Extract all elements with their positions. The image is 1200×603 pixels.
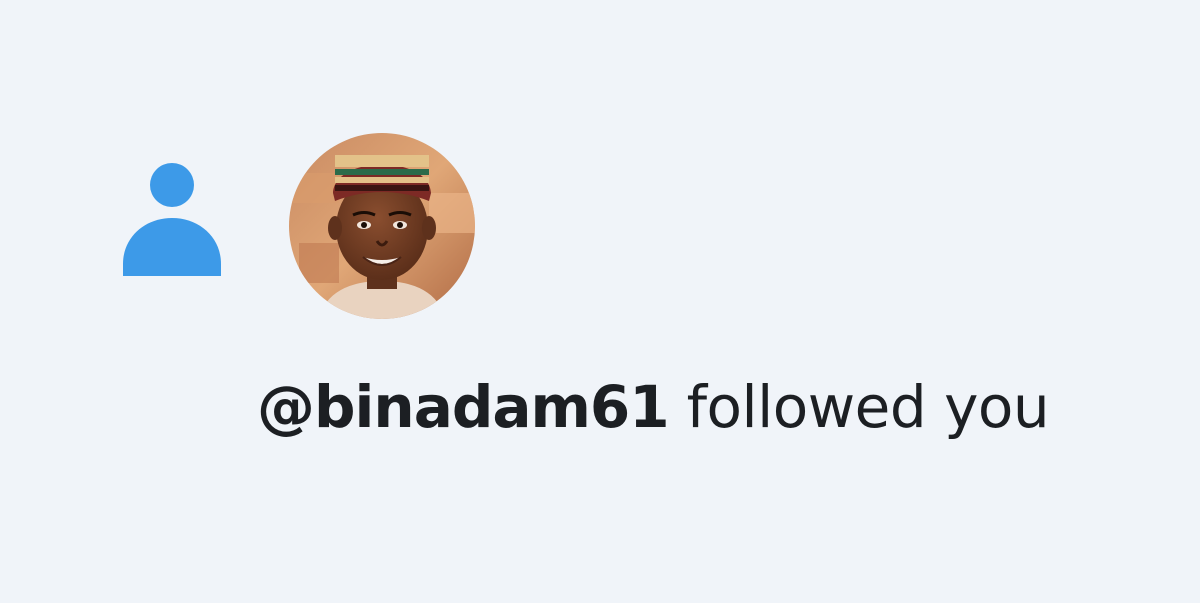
user-handle-link[interactable]: @binadam61 — [257, 373, 670, 441]
notification-message: @binadam61 followed you — [257, 372, 1050, 442]
person-icon — [123, 162, 221, 276]
notification-action-text: followed you — [686, 373, 1050, 441]
follow-notification[interactable]: @binadam61 followed you — [0, 0, 1200, 603]
user-avatar[interactable] — [289, 133, 475, 319]
